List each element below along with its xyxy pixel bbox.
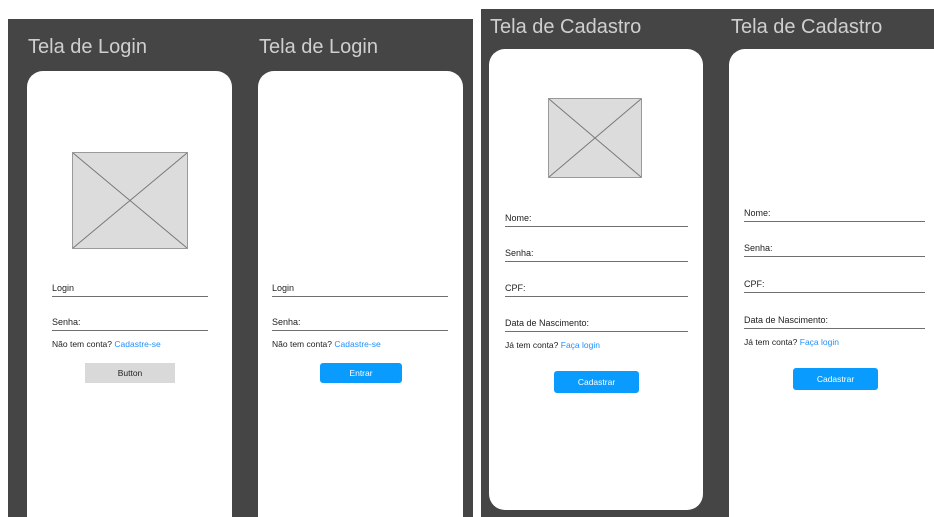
birthdate-field[interactable]: Data de Nascimento:: [744, 312, 925, 329]
name-label: Nome:: [744, 208, 771, 218]
login-prompt: Já tem conta?: [505, 340, 559, 350]
password-label: Senha:: [52, 317, 81, 327]
password-label: Senha:: [505, 248, 534, 258]
password-label: Senha:: [272, 317, 301, 327]
signup-screen-2: Nome: Senha: CPF: Data de Nascimento: Já…: [729, 49, 934, 517]
signup-link[interactable]: Cadastre-se: [114, 339, 160, 349]
signup-board-title-1: Tela de Cadastro: [490, 16, 642, 38]
cpf-field[interactable]: CPF:: [505, 280, 688, 297]
login-board-title-2: Tela de Login: [259, 36, 378, 58]
login-button[interactable]: Button: [85, 363, 175, 383]
login-screen-2: Login Senha: Não tem conta? Cadastre-se …: [258, 71, 463, 517]
login-link[interactable]: Faça login: [800, 337, 839, 347]
login-board-title-1: Tela de Login: [28, 36, 147, 58]
birthdate-field[interactable]: Data de Nascimento:: [505, 315, 688, 332]
login-prompt-line: Já tem conta? Faça login: [505, 340, 600, 350]
cpf-label: CPF:: [505, 283, 526, 293]
login-link[interactable]: Faça login: [561, 340, 600, 350]
name-field[interactable]: Nome:: [744, 205, 925, 222]
signup-prompt: Não tem conta?: [272, 339, 333, 349]
enter-button[interactable]: Entrar: [320, 363, 402, 383]
birthdate-label: Data de Nascimento:: [505, 318, 590, 328]
login-prompt-line: Já tem conta? Faça login: [744, 337, 839, 347]
password-field[interactable]: Senha:: [505, 245, 688, 262]
image-placeholder-icon: [549, 99, 641, 177]
signup-board-title-2: Tela de Cadastro: [731, 16, 883, 38]
login-field[interactable]: Login: [52, 280, 208, 297]
password-field[interactable]: Senha:: [272, 314, 448, 331]
signup-prompt: Não tem conta?: [52, 339, 113, 349]
image-placeholder-icon: [73, 153, 187, 248]
image-placeholder: [72, 152, 188, 249]
signup-screen-1: Nome: Senha: CPF: Data de Nascimento: Já…: [489, 49, 703, 510]
name-field[interactable]: Nome:: [505, 210, 688, 227]
login-field[interactable]: Login: [272, 280, 448, 297]
login-label: Login: [272, 283, 295, 293]
cpf-label: CPF:: [744, 279, 765, 289]
image-placeholder: [548, 98, 642, 178]
password-field[interactable]: Senha:: [744, 240, 925, 257]
login-prompt: Já tem conta?: [744, 337, 798, 347]
cpf-field[interactable]: CPF:: [744, 276, 925, 293]
password-field[interactable]: Senha:: [52, 314, 208, 331]
signup-button[interactable]: Cadastrar: [793, 368, 878, 390]
password-label: Senha:: [744, 243, 773, 253]
signup-button[interactable]: Cadastrar: [554, 371, 639, 393]
signup-prompt-line: Não tem conta? Cadastre-se: [272, 339, 381, 349]
signup-prompt-line: Não tem conta? Cadastre-se: [52, 339, 161, 349]
login-screen-1: Login Senha: Não tem conta? Cadastre-se …: [27, 71, 232, 517]
birthdate-label: Data de Nascimento:: [744, 315, 829, 325]
login-label: Login: [52, 283, 75, 293]
name-label: Nome:: [505, 213, 532, 223]
signup-link[interactable]: Cadastre-se: [334, 339, 380, 349]
